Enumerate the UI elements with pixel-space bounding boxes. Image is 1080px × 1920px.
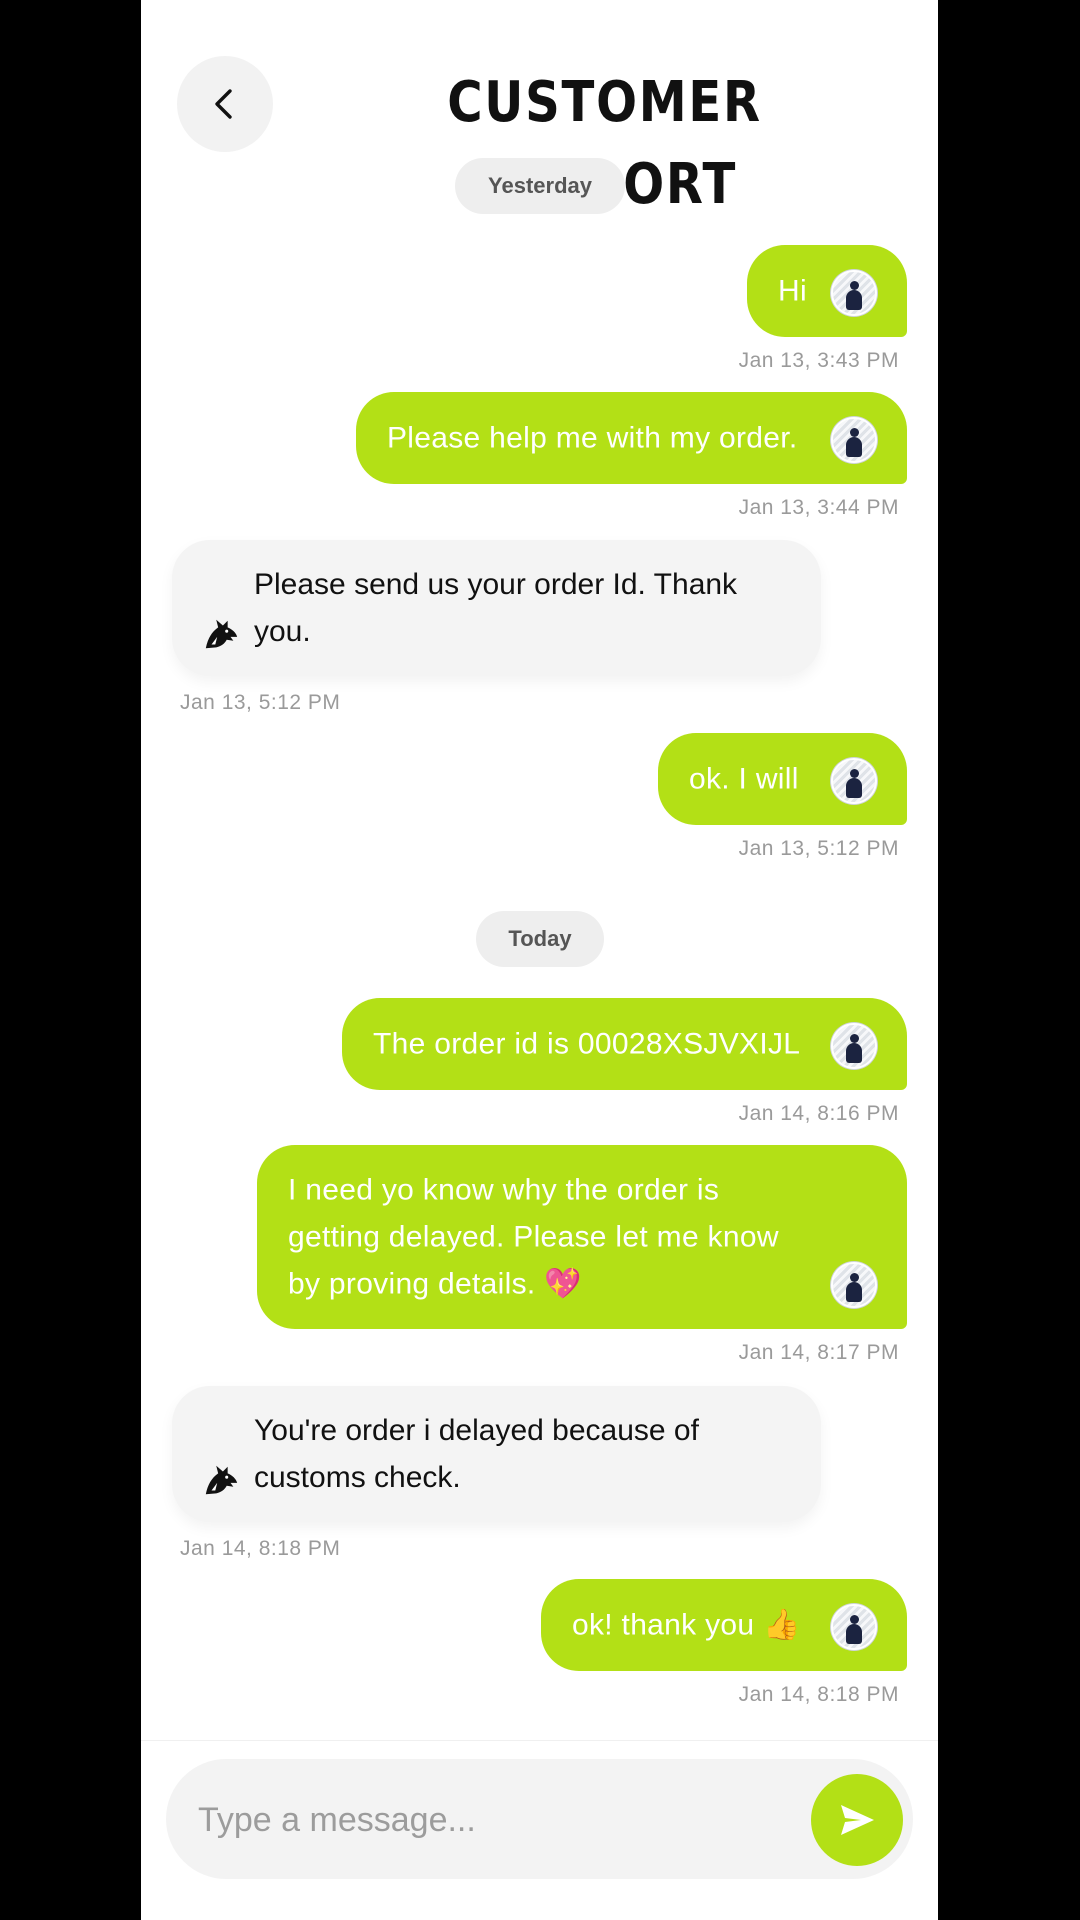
message-text: The order id is 00028XSJVXIJL	[373, 1027, 801, 1061]
date-chip-yesterday: Yesterday	[455, 158, 625, 214]
chat-screen: CUSTOMER SUPPORT Yesterday Hi Jan 13, 3:…	[141, 0, 938, 1920]
send-icon	[841, 1805, 874, 1835]
user-avatar	[831, 1604, 877, 1650]
message-text: Hi	[778, 274, 807, 308]
message-bubble-incoming[interactable]: Please send us your order Id. Thank you.	[172, 540, 821, 676]
message-timestamp: Jan 13, 5:12 PM	[738, 837, 899, 860]
message-timestamp: Jan 13, 3:43 PM	[738, 349, 899, 372]
message-bubble-outgoing[interactable]: Hi	[747, 245, 907, 337]
wolf-logo-icon	[205, 619, 238, 649]
message-composer	[166, 1759, 913, 1879]
message-timestamp: Jan 13, 3:44 PM	[738, 496, 899, 519]
message-timestamp: Jan 14, 8:18 PM	[738, 1683, 899, 1706]
message-input[interactable]	[196, 1785, 760, 1855]
composer-divider	[141, 1740, 938, 1741]
header: CUSTOMER SUPPORT	[141, 0, 938, 217]
message-text: Please send us your order Id. Thank you.	[254, 568, 738, 648]
send-button[interactable]	[811, 1774, 903, 1866]
message-bubble-incoming[interactable]: You're order i delayed because of custom…	[172, 1386, 821, 1522]
message-bubble-outgoing[interactable]: Please help me with my order.	[356, 392, 907, 484]
message-timestamp: Jan 14, 8:17 PM	[738, 1341, 899, 1364]
message-timestamp: Jan 14, 8:16 PM	[738, 1102, 899, 1125]
message-timestamp: Jan 14, 8:18 PM	[180, 1537, 341, 1560]
user-avatar	[831, 758, 877, 804]
message-text: I need yo know why the order is getting …	[288, 1173, 779, 1301]
user-avatar	[831, 1023, 877, 1069]
chevron-left-icon	[215, 89, 232, 119]
message-bubble-outgoing[interactable]: ok! thank you 👍	[541, 1579, 907, 1671]
message-text: You're order i delayed because of custom…	[254, 1414, 699, 1494]
back-button[interactable]	[177, 56, 273, 152]
user-avatar	[831, 1262, 877, 1308]
wolf-logo-icon	[205, 1465, 238, 1495]
message-text: ok! thank you 👍	[572, 1608, 801, 1642]
user-avatar	[831, 417, 877, 463]
message-text: ok. I will	[689, 762, 799, 796]
message-bubble-outgoing[interactable]: I need yo know why the order is getting …	[257, 1145, 907, 1329]
message-bubble-outgoing[interactable]: ok. I will	[658, 733, 907, 825]
message-text: Please help me with my order.	[387, 421, 798, 455]
user-avatar	[831, 270, 877, 316]
date-chip-today: Today	[476, 911, 604, 967]
message-bubble-outgoing[interactable]: The order id is 00028XSJVXIJL	[342, 998, 907, 1090]
message-timestamp: Jan 13, 5:12 PM	[180, 691, 341, 714]
